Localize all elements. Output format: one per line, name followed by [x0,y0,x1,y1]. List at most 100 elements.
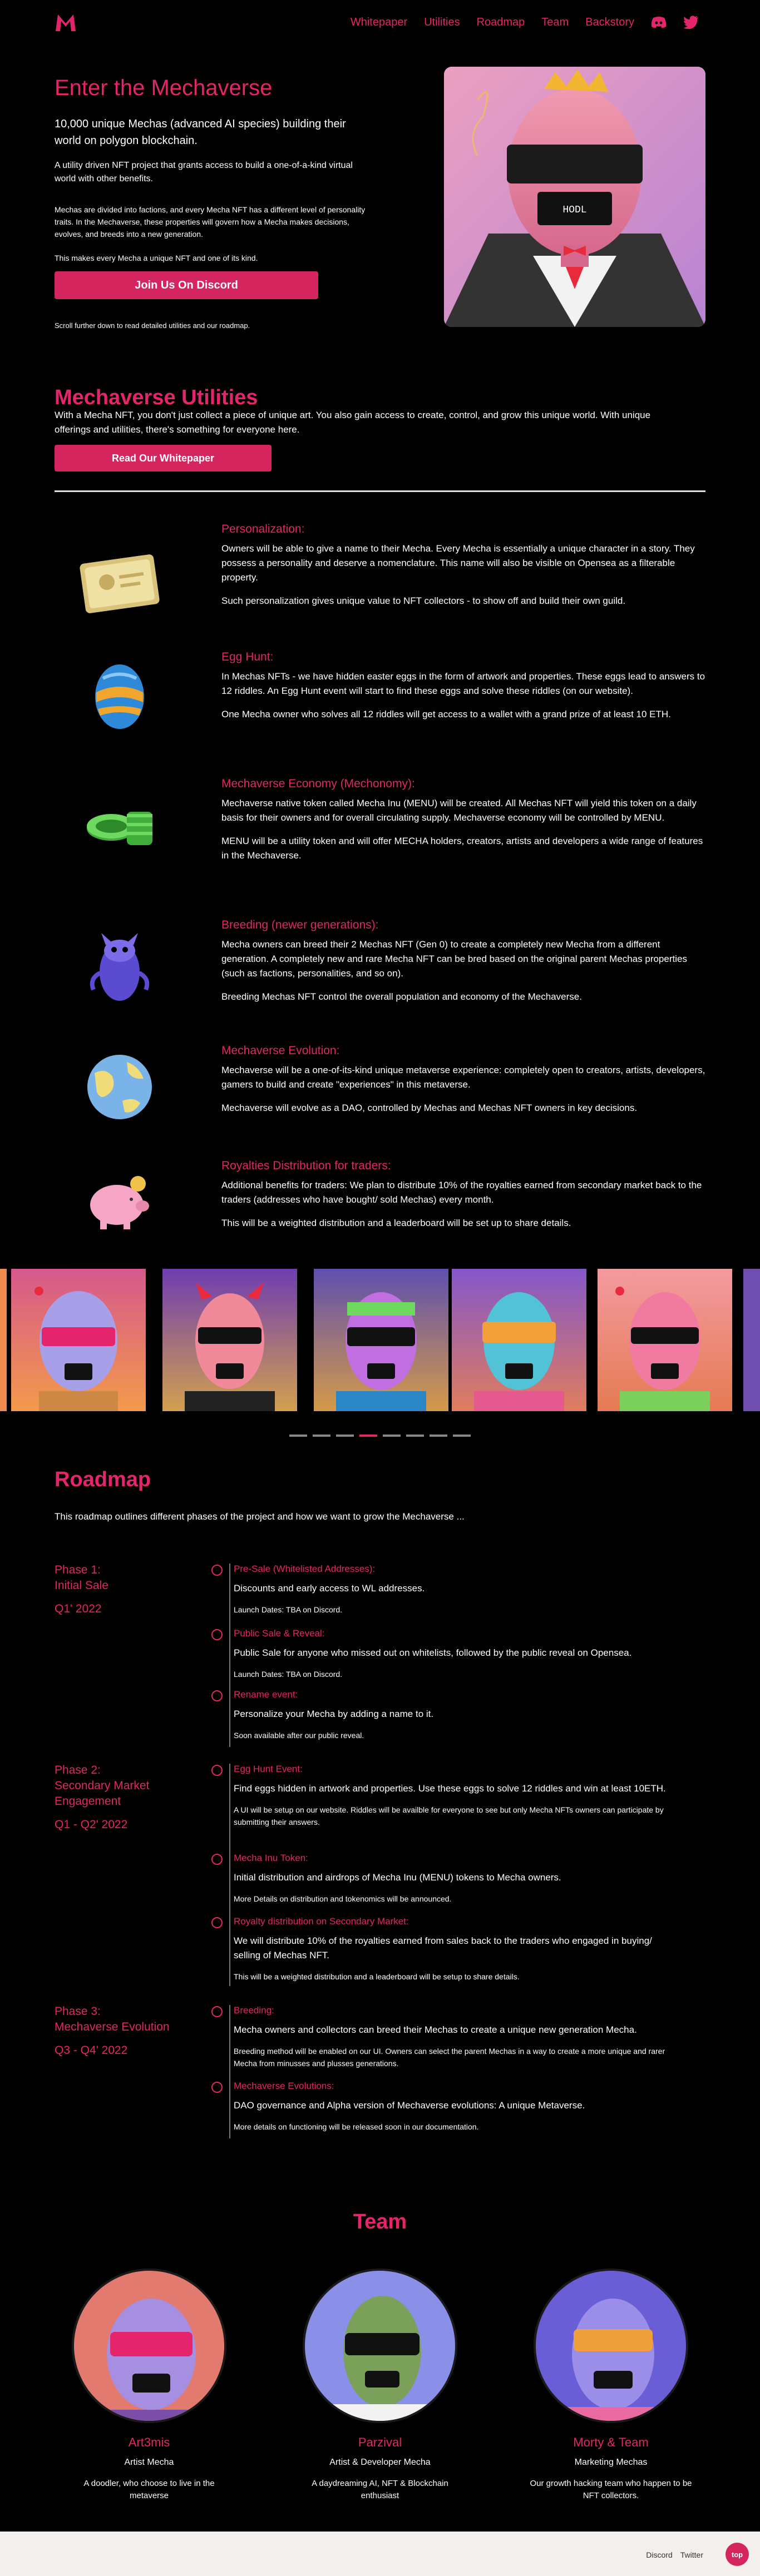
team-member: Morty & Team Marketing Mechas Our growth… [527,2269,694,2502]
roadmap-item-note: A UI will be setup on our website. Riddl… [234,1805,664,1826]
utilities-title: Mechaverse Utilities [55,386,258,409]
carousel-dot[interactable] [406,1435,424,1437]
roadmap-item-text: We will distribute 10% of the royalties … [234,1935,652,1960]
utility-text: Breeding Mechas NFT control the overall … [221,991,582,1002]
utility-economy: Mechaverse Economy (Mechonomy): Mechaver… [221,777,705,872]
mecha-carousel[interactable] [0,1269,760,1411]
roadmap-item-note: This will be a weighted distribution and… [234,1972,520,1981]
utility-breeding: Breeding (newer generations): Mecha owne… [221,919,705,1013]
phase-subtitle: Secondary Market Engagement [55,1779,150,1808]
utility-text: Mechaverse will be a one-of-its-kind uni… [221,1065,705,1090]
carousel-card [452,1269,586,1411]
roadmap-item: Public Sale & Reveal: Public Sale for an… [234,1628,679,1688]
roadmap-item: Mecha Inu Token: Initial distribution an… [234,1853,679,1913]
roadmap-item-title: Breeding: [234,2005,274,2016]
utility-text: Mechaverse native token called Mecha Inu… [221,798,697,823]
roadmap-item-note: More Details on distribution and tokenom… [234,1894,452,1903]
timeline-line [229,1564,230,1747]
utility-text: MENU will be a utility token and will of… [221,836,703,861]
carousel-card [0,1269,7,1411]
discord-icon[interactable] [651,16,667,29]
egg-icon [95,664,144,729]
carousel-card [162,1269,297,1411]
utility-title: Mechaverse Economy (Mechonomy): [221,777,415,790]
phase-1: Phase 1: Initial Sale Q1' 2022 [55,1562,199,1617]
carousel-dot[interactable] [453,1435,471,1437]
team-member: Art3mis Artist Mecha A doodler, who choo… [66,2269,233,2502]
carousel-dot-active[interactable] [359,1435,377,1437]
nav-link-backstory[interactable]: Backstory [585,16,634,29]
roadmap-item-title: Mechaverse Evolutions: [234,2081,334,2091]
hero-mecha-image: HODL [444,67,705,327]
join-discord-button[interactable]: Join Us On Discord [55,271,318,299]
roadmap-title: Roadmap [55,1468,151,1491]
phase-subtitle: Initial Sale [55,1579,108,1592]
roadmap-item-text: DAO governance and Alpha version of Mech… [234,2100,585,2111]
navbar: Whitepaper Utilities Roadmap Team Backst… [0,0,760,44]
footer-link-discord[interactable]: Discord [646,2550,672,2559]
carousel-card [11,1269,146,1411]
hero-paragraph-2: Mechas are divided into factions, and ev… [55,205,366,239]
roadmap-item: Pre-Sale (Whitelisted Addresses): Discou… [234,1564,679,1624]
timeline-dot [211,1854,223,1865]
roadmap-item-text: Mecha owners and collectors can breed th… [234,2024,637,2035]
scroll-top-button[interactable]: top [726,2543,749,2566]
nav-link-whitepaper[interactable]: Whitepaper [351,16,407,29]
roadmap-item-note: Launch Dates: TBA on Discord. [234,1670,343,1679]
carousel-dots [289,1435,471,1437]
team-title: Team [353,2210,407,2233]
utility-text: Mecha owners can breed their 2 Mechas NF… [221,939,687,979]
utility-title: Egg Hunt: [221,651,274,663]
timeline-line [229,1764,230,1986]
footer-links: Discord Twitter [646,2550,703,2559]
footer-link-twitter[interactable]: Twitter [680,2550,703,2559]
utility-text: Such personalization gives unique value … [221,595,626,606]
utility-title: Personalization: [221,523,305,535]
roadmap-item-text: Personalize your Mecha by adding a name … [234,1709,434,1719]
member-name: Parzival [358,2435,402,2449]
roadmap-item: Rename event: Personalize your Mecha by … [234,1689,679,1749]
footer: Discord Twitter top [0,2532,760,2576]
phase-name: Phase 2: [55,1764,101,1776]
phase-date: Q1' 2022 [55,1602,102,1615]
timeline-dot [211,1917,223,1928]
phase-name: Phase 3: [55,2005,101,2018]
carousel-dot[interactable] [313,1435,330,1437]
carousel-dot[interactable] [289,1435,307,1437]
nav-link-utilities[interactable]: Utilities [424,16,460,29]
carousel-dot[interactable] [336,1435,354,1437]
utility-text: Owners will be able to give a name to th… [221,543,695,583]
roadmap-item-title: Public Sale & Reveal: [234,1628,325,1639]
carousel-card [598,1269,732,1411]
read-whitepaper-button[interactable]: Read Our Whitepaper [55,445,272,471]
member-desc: A doodler, who choose to live in the met… [83,2479,215,2500]
roadmap-item-title: Rename event: [234,1689,298,1700]
roadmap-item-text: Find eggs hidden in artwork and properti… [234,1783,666,1794]
roadmap-item-title: Egg Hunt Event: [234,1764,303,1774]
roadmap-item: Mechaverse Evolutions: DAO governance an… [234,2081,679,2141]
roadmap-item-text: Discounts and early access to WL address… [234,1583,425,1594]
hero-paragraph-3: This makes every Mecha a unique NFT and … [55,254,258,262]
carousel-dot[interactable] [430,1435,447,1437]
timeline-dot [211,1765,223,1776]
phase-date: Q3 - Q4' 2022 [55,2044,128,2057]
roadmap-item-note: Soon available after our public reveal. [234,1731,364,1740]
utility-title: Mechaverse Evolution: [221,1044,340,1057]
member-name: Art3mis [128,2435,170,2449]
roadmap-item-title: Mecha Inu Token: [234,1853,308,1863]
scroll-note: Scroll further down to read detailed uti… [55,321,250,330]
roadmap-item-note: Launch Dates: TBA on Discord. [234,1605,343,1614]
timeline-dot [211,2082,223,2093]
member-name: Morty & Team [573,2435,649,2449]
member-desc: A daydreaming AI, NFT & Blockchain enthu… [312,2479,448,2500]
carousel-dot[interactable] [383,1435,401,1437]
mecha-logo[interactable] [55,13,77,32]
nav-link-roadmap[interactable]: Roadmap [477,16,525,29]
member-role: Artist Mecha [124,2458,174,2467]
timeline-dot [211,1690,223,1701]
twitter-icon[interactable] [683,16,699,29]
nav-links: Whitepaper Utilities Roadmap Team Backst… [351,16,699,29]
utility-text: Additional benefits for traders: We plan… [221,1180,702,1205]
nav-link-team[interactable]: Team [541,16,569,29]
phase-2: Phase 2: Secondary Market Engagement Q1 … [55,1763,199,1833]
